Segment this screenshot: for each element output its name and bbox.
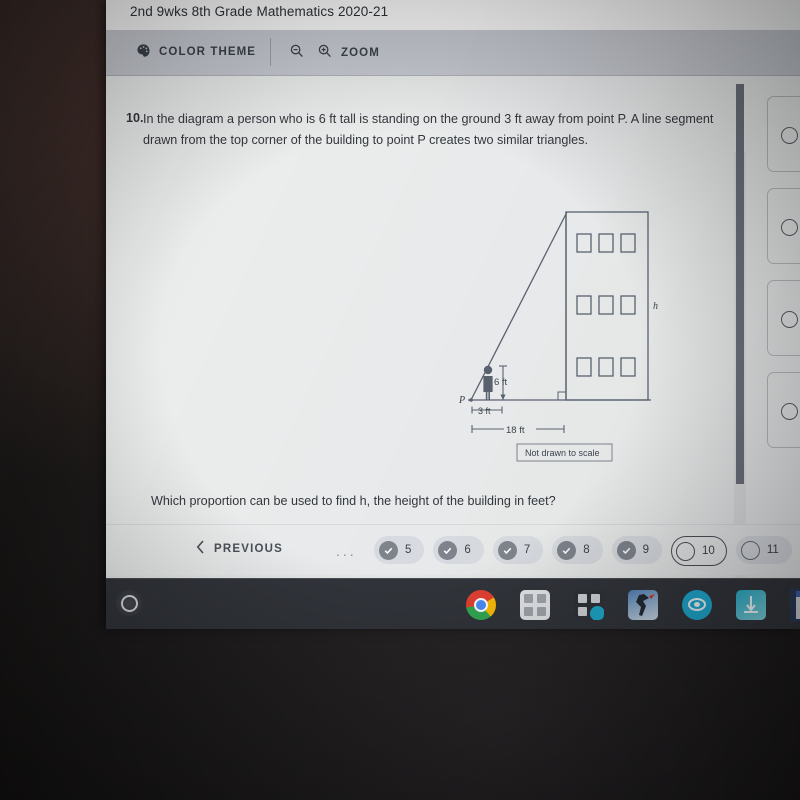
geometry-diagram: 6 ft P 3 ft 18 ft h Not drawn to scale xyxy=(446,198,676,473)
previous-button[interactable]: PREVIOUS xyxy=(196,540,283,557)
previous-label: PREVIOUS xyxy=(214,542,284,555)
calculator-icon[interactable] xyxy=(574,590,604,620)
pill-number: 10 xyxy=(702,545,715,557)
palette-icon xyxy=(136,43,151,61)
chrome-icon[interactable] xyxy=(466,590,496,620)
eye-icon[interactable] xyxy=(682,590,712,620)
answer-option-card[interactable] xyxy=(767,96,800,172)
radio-icon[interactable] xyxy=(781,219,798,236)
teal-app-icon[interactable] xyxy=(736,590,766,620)
check-icon xyxy=(438,540,458,560)
circle-launcher-icon[interactable] xyxy=(116,590,142,616)
nav-ellipsis: ... xyxy=(336,543,357,559)
radio-icon[interactable] xyxy=(781,127,798,144)
question-pill-5[interactable]: 5 xyxy=(374,536,425,564)
magnifier-minus-icon[interactable] xyxy=(289,43,305,62)
toolbar: COLOR THEME ZOOM xyxy=(106,30,800,76)
radio-icon xyxy=(676,541,696,561)
question-pill-7[interactable]: 7 xyxy=(492,536,544,564)
question-pill-9[interactable]: 9 xyxy=(611,536,663,564)
page-title: 2nd 9wks 8th Grade Mathematics 2020-21 xyxy=(130,4,389,19)
question-pill-11[interactable]: 11 xyxy=(735,536,792,564)
point-p-label: P xyxy=(458,395,465,406)
question-navigation-bar: PREVIOUS ... 5 6 7 8 9 10 11 xyxy=(106,524,800,575)
zoom-controls[interactable]: ZOOM xyxy=(289,43,380,62)
question-pill-8[interactable]: 8 xyxy=(552,536,603,564)
pill-number: 5 xyxy=(405,544,412,556)
pill-number: 9 xyxy=(642,544,650,556)
pill-number: 8 xyxy=(583,544,590,556)
color-theme-button[interactable]: COLOR THEME xyxy=(136,43,256,61)
radio-icon[interactable] xyxy=(781,403,798,420)
question-number: 10. xyxy=(126,111,144,125)
question-content: 10. In the diagram a person who is 6 ft … xyxy=(106,76,800,600)
person-height-label: 6 ft xyxy=(494,377,508,388)
color-theme-label: COLOR THEME xyxy=(159,46,257,58)
building-height-label: h xyxy=(653,301,658,312)
question-pill-6[interactable]: 6 xyxy=(433,536,484,564)
window-titlebar: 2nd 9wks 8th Grade Mathematics 2020-21 xyxy=(106,0,800,30)
os-taskbar xyxy=(106,578,800,629)
chevron-left-icon xyxy=(196,540,205,557)
check-icon xyxy=(557,540,577,560)
window-preview-icon[interactable] xyxy=(790,588,800,622)
radio-icon[interactable] xyxy=(781,311,798,328)
person-distance-label: 3 ft xyxy=(478,406,491,416)
check-icon xyxy=(497,540,517,560)
taskbar-icon-list xyxy=(466,588,800,622)
person-figure xyxy=(483,365,493,400)
question-pill-10-current[interactable]: 10 xyxy=(671,536,727,566)
toolbar-divider xyxy=(270,38,271,66)
monitor-screen: 2nd 9wks 8th Grade Mathematics 2020-21 C… xyxy=(106,0,800,628)
magnifier-plus-icon[interactable] xyxy=(317,43,333,62)
scale-disclaimer: Not drawn to scale xyxy=(525,448,600,458)
pill-number: 7 xyxy=(523,544,531,556)
answer-option-card[interactable] xyxy=(767,280,800,356)
app-grid-icon[interactable] xyxy=(520,590,550,620)
question-body: In the diagram a person who is 6 ft tall… xyxy=(143,112,714,147)
answer-option-card[interactable] xyxy=(767,188,800,264)
zoom-label: ZOOM xyxy=(341,46,380,59)
answer-option-card[interactable] xyxy=(767,372,800,448)
question-prompt: Which proportion can be used to find h, … xyxy=(151,494,556,508)
total-distance-label: 18 ft xyxy=(506,425,525,436)
pill-number: 11 xyxy=(766,544,779,556)
scrollbar-thumb[interactable] xyxy=(736,84,744,484)
question-pill-list: 5 6 7 8 9 10 11 xyxy=(374,536,792,566)
check-icon xyxy=(379,540,398,560)
question-text: 10. In the diagram a person who is 6 ft … xyxy=(126,108,746,151)
check-icon xyxy=(616,540,636,560)
photo-figure-icon[interactable] xyxy=(628,590,658,620)
pill-number: 6 xyxy=(464,544,471,556)
radio-icon xyxy=(740,540,760,560)
